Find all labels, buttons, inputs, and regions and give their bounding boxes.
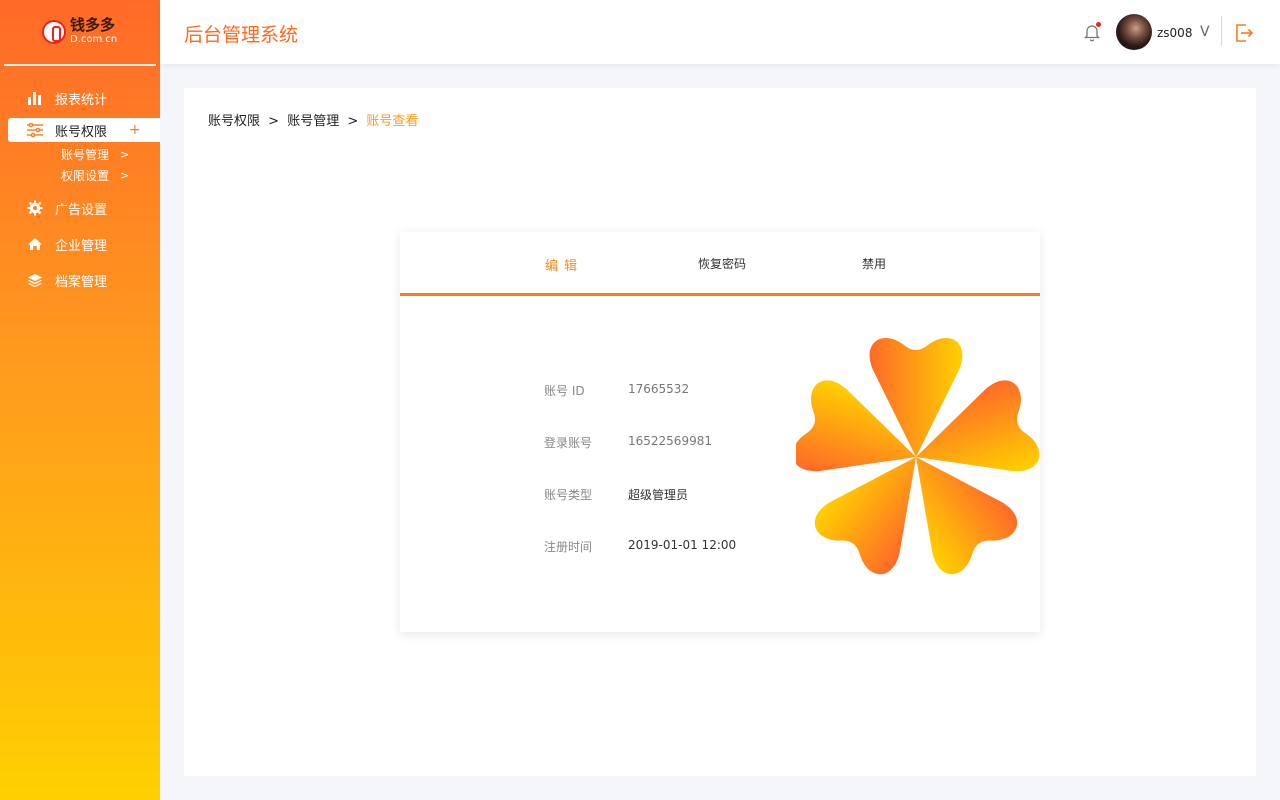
sidebar-subitem-account-management[interactable]: 账号管理 > <box>0 144 160 165</box>
flower-logo-illustration <box>792 332 1044 588</box>
logout-icon[interactable] <box>1233 22 1255 44</box>
breadcrumb-item[interactable]: 账号权限 <box>208 114 260 129</box>
breadcrumb-separator: > <box>268 114 280 129</box>
field-value: 2019-01-01 12:00 <box>628 538 737 552</box>
logo-mark-icon <box>42 20 66 44</box>
breadcrumb-separator: > <box>347 114 359 129</box>
expand-plus-icon[interactable]: + <box>129 122 141 138</box>
home-icon <box>26 235 44 253</box>
sidebar-item-label: 档案管理 <box>55 274 108 290</box>
sidebar-subitem-label: 账号管理 <box>61 148 110 162</box>
sidebar-subitem-label: 权限设置 <box>61 169 110 183</box>
account-info-list: 账号 ID 17665532 登录账号 16522569981 账号类型 超级管… <box>544 382 736 590</box>
sidebar-item-account-permissions[interactable]: 账号权限 + <box>8 118 160 142</box>
field-value: 17665532 <box>628 382 690 396</box>
sidebar-subitem-permission-settings[interactable]: 权限设置 > <box>0 165 160 186</box>
sidebar-item-ad-settings[interactable]: 广告设置 <box>0 190 160 226</box>
chevron-right-icon: > <box>120 148 130 161</box>
logo-name: 钱多多 <box>70 16 116 34</box>
breadcrumb: 账号权限 > 账号管理 > 账号查看 <box>208 110 418 129</box>
username[interactable]: zs008 <box>1157 26 1192 40</box>
logo-domain: D.com.cn <box>70 34 118 45</box>
sidebar-item-label: 账号权限 <box>55 124 108 140</box>
info-row-login-account: 登录账号 16522569981 <box>544 434 736 486</box>
field-value: 16522569981 <box>628 434 712 448</box>
sidebar-item-label: 企业管理 <box>55 238 108 254</box>
breadcrumb-item[interactable]: 账号管理 <box>287 114 339 129</box>
tab-reset-password[interactable]: 恢复密码 <box>698 255 746 272</box>
layers-icon <box>26 271 44 289</box>
field-label: 账号类型 <box>544 488 593 502</box>
sidebar-divider <box>4 64 156 66</box>
logo[interactable]: 钱多多 D.com.cn <box>0 0 160 64</box>
info-row-account-type: 账号类型 超级管理员 <box>544 486 736 538</box>
chevron-right-icon: > <box>120 169 130 182</box>
avatar[interactable] <box>1116 14 1152 50</box>
notification-dot <box>1096 22 1101 27</box>
tab-edit[interactable]: 编辑 <box>545 255 583 274</box>
top-header: 后台管理系统 zs008 V <box>160 0 1280 64</box>
info-row-register-time: 注册时间 2019-01-01 12:00 <box>544 538 736 590</box>
account-detail-card: 编辑 恢复密码 禁用 账号 ID 17665532 登录账号 165225699… <box>400 232 1040 632</box>
sidebar-item-enterprise[interactable]: 企业管理 <box>0 226 160 262</box>
header-divider <box>1221 16 1222 46</box>
action-tabs: 编辑 恢复密码 禁用 <box>400 232 1040 296</box>
breadcrumb-current: 账号查看 <box>366 114 419 129</box>
app-title: 后台管理系统 <box>184 24 299 46</box>
sidebar-item-label: 广告设置 <box>55 202 108 218</box>
field-label: 账号 ID <box>544 384 585 398</box>
tab-disable[interactable]: 禁用 <box>862 255 886 272</box>
gear-icon <box>26 199 44 217</box>
sidebar: 钱多多 D.com.cn 报表统计 账号权限 + 账号管理 > 权限设置 > 广… <box>0 0 160 800</box>
field-value: 超级管理员 <box>628 488 689 502</box>
notification-bell-icon[interactable] <box>1082 22 1102 42</box>
sidebar-item-reports[interactable]: 报表统计 <box>0 80 160 116</box>
sliders-icon <box>26 121 44 139</box>
field-label: 注册时间 <box>544 540 593 554</box>
user-menu-caret-icon[interactable]: V <box>1200 24 1210 40</box>
bar-chart-icon <box>26 89 44 107</box>
sidebar-item-label: 报表统计 <box>55 92 108 108</box>
field-label: 登录账号 <box>544 436 593 450</box>
sidebar-item-archives[interactable]: 档案管理 <box>0 262 160 298</box>
content-panel: 账号权限 > 账号管理 > 账号查看 编辑 恢复密码 禁用 账号 ID 1766… <box>184 88 1256 776</box>
sidebar-nav: 报表统计 账号权限 + 账号管理 > 权限设置 > 广告设置 企业管理 档案管理 <box>0 80 160 298</box>
info-row-account-id: 账号 ID 17665532 <box>544 382 736 434</box>
